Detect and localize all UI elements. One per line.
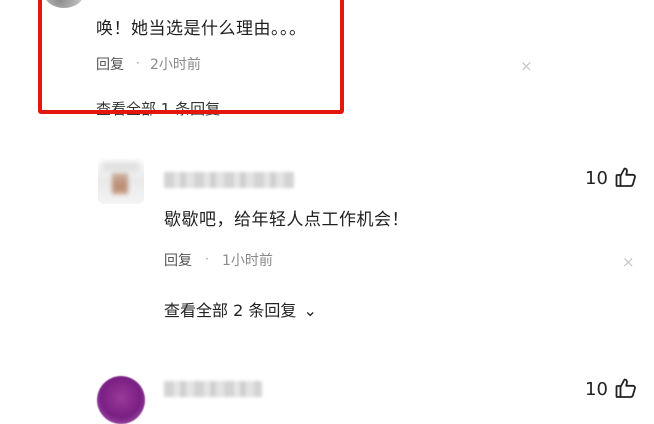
reply-button[interactable]: 回复 (164, 250, 192, 270)
comment-text: 歇歇吧，给年轻人点工作机会！ (164, 210, 409, 230)
chevron-down-icon: ⌄ (303, 301, 317, 320)
like-count: 10 (585, 379, 608, 400)
thumbs-up-icon[interactable] (614, 376, 638, 400)
view-replies-link[interactable]: 查看全部 2 条回复 ⌄ (164, 297, 317, 321)
avatar[interactable] (97, 376, 145, 424)
reply-button[interactable]: 回复 (96, 54, 124, 74)
view-replies-label: 查看全部 2 条回复 (164, 301, 297, 320)
view-replies-link[interactable]: 查看全部 1 条回复 (96, 98, 220, 119)
thumbs-up-icon[interactable] (614, 165, 638, 189)
close-icon[interactable]: × (622, 253, 635, 271)
avatar[interactable] (98, 158, 144, 204)
timestamp: 2小时前 (150, 57, 201, 73)
like-count: 10 (585, 168, 608, 189)
avatar[interactable] (44, 0, 84, 8)
username-blurred[interactable] (164, 172, 294, 188)
username-blurred[interactable] (164, 381, 262, 397)
meta-separator: · (136, 56, 140, 70)
timestamp: 1小时前 (222, 253, 273, 269)
close-icon[interactable]: × (520, 57, 533, 75)
comment-text: 唤！她当选是什么理由。。。 (96, 19, 307, 39)
meta-separator: · (205, 252, 209, 266)
